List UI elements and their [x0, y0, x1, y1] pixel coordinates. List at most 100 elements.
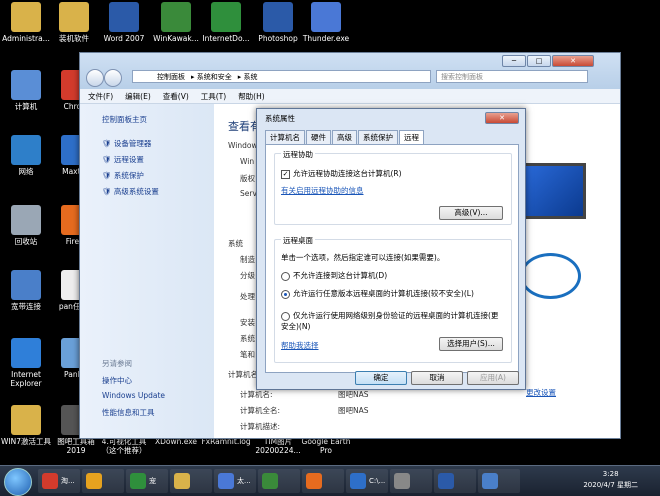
taskbar-button[interactable]: [434, 469, 476, 493]
taskbar-label: 太...: [237, 477, 251, 485]
control-panel-home-link[interactable]: 控制面板主页: [102, 114, 147, 125]
tab-remote[interactable]: 远程: [399, 130, 424, 145]
windows-update-link[interactable]: Windows Update: [102, 391, 165, 400]
advanced-button[interactable]: 高级(V)...: [439, 206, 503, 220]
memory-label: 安装: [240, 318, 255, 327]
taskbar-button[interactable]: [478, 469, 520, 493]
taskbar-button[interactable]: C:\...: [346, 469, 388, 493]
desktop-icon-label: Internet Explorer: [10, 370, 42, 388]
allow-assistance-checkbox[interactable]: ✓ 允许远程协助连接这台计算机(R): [281, 168, 402, 179]
taskbar-button[interactable]: 淘...: [38, 469, 80, 493]
window-titlebar: ─ □ ✕ 控制面板 ▸ 系统和安全 ▸ 系统 搜索控制面板: [80, 53, 620, 89]
tab-advanced[interactable]: 高级: [332, 130, 357, 144]
app-icon: [11, 70, 41, 100]
desktop-icon[interactable]: 宽带连接: [0, 270, 52, 311]
menu-tools[interactable]: 工具(T): [201, 91, 226, 102]
change-settings-link[interactable]: 更改设置: [526, 387, 556, 398]
processor-label: 处理: [240, 292, 255, 301]
desktop-icon[interactable]: 回收站: [0, 205, 52, 246]
app-icon: [11, 2, 41, 32]
system-protection-link[interactable]: 🛡 系统保护: [102, 170, 144, 181]
taskbar-button[interactable]: 太...: [214, 469, 256, 493]
taskbar-button[interactable]: [82, 469, 124, 493]
taskbar-app-icon: [174, 473, 190, 489]
desktop-icon[interactable]: 网络: [0, 135, 52, 176]
search-input[interactable]: 搜索控制面板: [436, 70, 588, 83]
desktop-icon[interactable]: 计算机: [0, 70, 52, 111]
tab-system-protection[interactable]: 系统保护: [358, 130, 398, 144]
desktop-icon-label: 装机软件: [59, 34, 89, 43]
option-label: 允许运行任意版本远程桌面的计算机连接(较不安全)(L): [293, 289, 474, 298]
performance-link[interactable]: 性能信息和工具: [102, 407, 155, 418]
taskbar-app-icon: [42, 473, 58, 489]
back-button[interactable]: [86, 69, 104, 87]
ok-button[interactable]: 确定: [355, 371, 407, 385]
desktop-icon[interactable]: Administra...: [0, 2, 52, 43]
taskbar-button[interactable]: [302, 469, 344, 493]
taskbar-button[interactable]: 宠: [126, 469, 168, 493]
cancel-button[interactable]: 取消: [411, 371, 463, 385]
desktop-icon[interactable]: Internet Explorer: [0, 338, 52, 388]
taskbar-app-icon: [86, 473, 102, 489]
menu-edit[interactable]: 编辑(E): [125, 91, 151, 102]
desktop-icon[interactable]: WIN7激活工具: [0, 405, 52, 446]
remote-desktop-instruction: 单击一个选项，然后指定谁可以连接(如果需要)。: [281, 253, 445, 262]
minimize-button[interactable]: ─: [502, 55, 526, 67]
clock-time: 3:28: [602, 470, 619, 478]
close-button[interactable]: ✕: [552, 55, 594, 67]
taskbar-button[interactable]: [390, 469, 432, 493]
maximize-button[interactable]: □: [527, 55, 551, 67]
taskbar-button[interactable]: [258, 469, 300, 493]
desktop-icon[interactable]: InternetDo...: [200, 2, 252, 43]
menu-help[interactable]: 帮助(H): [238, 91, 265, 102]
breadcrumb-control-panel[interactable]: 控制面板: [157, 73, 185, 81]
dialog-close-button[interactable]: ✕: [485, 112, 519, 124]
menu-file[interactable]: 文件(F): [88, 91, 113, 102]
remote-settings-link[interactable]: 🛡 远程设置: [102, 154, 144, 165]
device-manager-link[interactable]: 🛡 设备管理器: [102, 138, 151, 149]
select-users-button[interactable]: 选择用户(S)...: [439, 337, 503, 351]
remote-desktop-option[interactable]: 不允许连接到这台计算机(D): [281, 270, 501, 281]
system-type-label: 系统: [240, 334, 255, 343]
full-name-label: 计算机全名:: [240, 406, 281, 415]
remote-desktop-option[interactable]: 允许运行任意版本远程桌面的计算机连接(较不安全)(L): [281, 288, 501, 299]
menu-view[interactable]: 查看(V): [163, 91, 189, 102]
start-button[interactable]: [4, 468, 32, 496]
tab-hardware[interactable]: 硬件: [306, 130, 331, 144]
app-icon: [311, 2, 341, 32]
system-section: 系统: [228, 239, 243, 248]
desktop-icon-label: Administra...: [2, 34, 50, 43]
remote-desktop-option[interactable]: 仅允许运行使用网络级别身份验证的远程桌面的计算机连接(更安全)(N): [281, 310, 501, 332]
taskbar-button[interactable]: [170, 469, 212, 493]
address-bar[interactable]: 控制面板 ▸ 系统和安全 ▸ 系统: [132, 70, 431, 83]
tab-computer-name[interactable]: 计算机名: [265, 130, 305, 144]
taskbar-app-icon: [262, 473, 278, 489]
help-choose-link[interactable]: 帮助我选择: [281, 340, 319, 351]
app-icon: [11, 270, 41, 300]
manufacturer-label: 制造: [240, 255, 255, 264]
advanced-settings-link[interactable]: 🛡 高级系统设置: [102, 186, 159, 197]
taskbar-app-icon: [482, 473, 498, 489]
desktop-icon[interactable]: 装机软件: [48, 2, 100, 43]
assistance-info-link[interactable]: 有关启用远程协助的信息: [281, 185, 364, 196]
desktop-icon-label: 宽带连接: [11, 302, 41, 311]
forward-button[interactable]: [104, 69, 122, 87]
system-clock[interactable]: 3:28 2020/4/7 星期二: [583, 469, 638, 491]
breadcrumb-system[interactable]: 系统: [244, 73, 258, 81]
see-also-heading: 另请参阅: [102, 359, 132, 368]
desktop-icon[interactable]: WinKawak...: [150, 2, 202, 43]
computer-name-section: 计算机名: [228, 370, 258, 379]
dialog-title: 系统属性: [265, 114, 295, 123]
desktop-icon[interactable]: Thunder.exe: [300, 2, 352, 43]
computer-name-label: 计算机名:: [240, 390, 273, 399]
left-pane: 控制面板主页 🛡 设备管理器 🛡 远程设置 🛡 系统保护 🛡 高级系统设置 另请…: [80, 104, 214, 438]
breadcrumb-security[interactable]: 系统和安全: [197, 73, 232, 81]
desktop-icon[interactable]: Photoshop: [252, 2, 304, 43]
desktop-icon-label: 图吧工具箱 2019: [57, 437, 95, 455]
taskbar-app-icon: [394, 473, 410, 489]
action-center-link[interactable]: 操作中心: [102, 375, 132, 386]
desktop-icon-label: Thunder.exe: [302, 34, 350, 43]
desktop-icon[interactable]: Word 2007: [98, 2, 150, 43]
apply-button[interactable]: 应用(A): [467, 371, 519, 385]
taskbar-app-icon: [218, 473, 234, 489]
